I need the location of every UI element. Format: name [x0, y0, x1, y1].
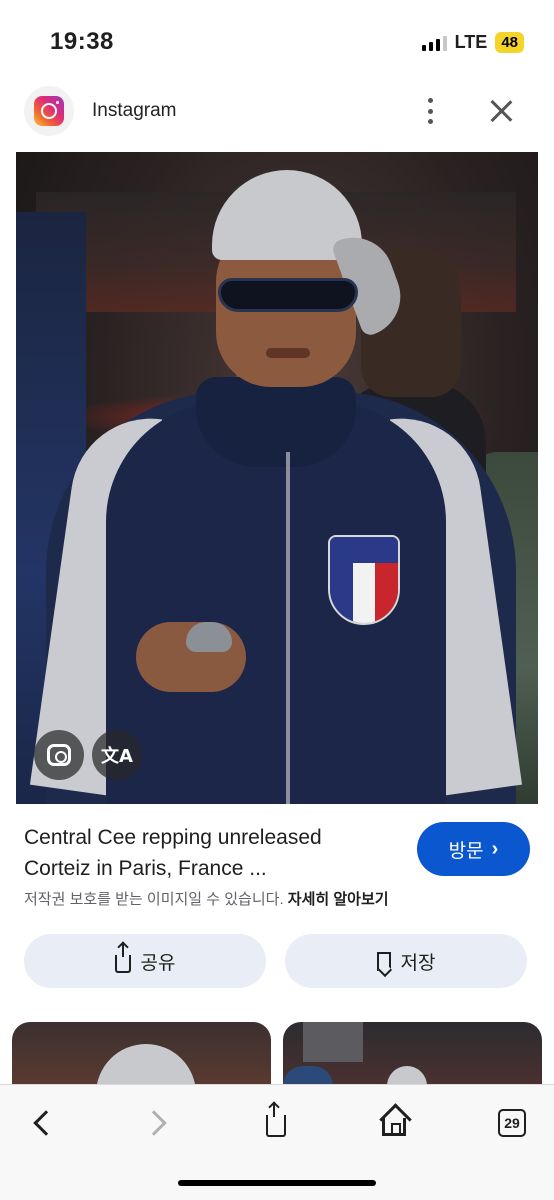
copyright-notice: 저작권 보호를 받는 이미지일 수 있습니다. 자세히 알아보기 [24, 888, 389, 909]
status-indicators: LTE 48 [421, 32, 524, 53]
back-button[interactable] [18, 1099, 66, 1147]
visit-label: 방문 [448, 840, 484, 862]
tab-count: 29 [498, 1109, 526, 1137]
result-image[interactable]: 文A [16, 152, 538, 804]
source-title[interactable]: Instagram [92, 100, 176, 122]
share-page-button[interactable] [252, 1099, 300, 1147]
home-indicator[interactable] [178, 1180, 376, 1186]
copyright-text: 저작권 보호를 받는 이미지일 수 있습니다. [24, 891, 284, 908]
chevron-right-icon: › [491, 837, 499, 860]
forward-button[interactable] [134, 1099, 182, 1147]
caption-line-1: Central Cee repping unreleased [24, 826, 322, 849]
related-image-thumbnail[interactable] [12, 1022, 271, 1084]
learn-more-link[interactable]: 자세히 알아보기 [288, 891, 389, 908]
visit-button[interactable]: 방문 › [417, 822, 530, 876]
status-time: 19:38 [50, 28, 114, 55]
jacket-badge [328, 535, 400, 625]
save-label: 저장 [400, 952, 436, 974]
more-options-button[interactable] [418, 94, 442, 128]
share-button[interactable]: 공유 [24, 934, 266, 988]
chevron-left-icon [33, 1110, 59, 1136]
network-type: LTE [454, 32, 488, 52]
source-header: Instagram [0, 80, 554, 146]
share-label: 공유 [140, 952, 176, 974]
home-button[interactable] [370, 1099, 418, 1147]
related-image-thumbnail[interactable] [283, 1022, 542, 1084]
close-icon[interactable] [484, 94, 518, 128]
caption-line-2: Corteiz in Paris, France ... [24, 857, 267, 880]
instagram-logo-icon[interactable] [24, 86, 74, 136]
chevron-right-icon [141, 1110, 167, 1136]
tabs-button[interactable]: 29 [488, 1099, 536, 1147]
battery-icon: 48 [495, 32, 524, 53]
status-bar: 19:38 LTE 48 [0, 0, 554, 80]
share-icon [114, 943, 131, 973]
result-caption[interactable]: Central Cee repping unreleased Corteiz i… [24, 822, 404, 884]
share-icon [266, 1103, 286, 1137]
signal-icon [421, 35, 447, 51]
save-button[interactable]: 저장 [285, 934, 527, 988]
translate-icon[interactable]: 文A [92, 730, 142, 780]
home-icon [382, 1118, 406, 1136]
bookmark-icon [376, 951, 391, 971]
google-lens-icon[interactable] [34, 730, 84, 780]
